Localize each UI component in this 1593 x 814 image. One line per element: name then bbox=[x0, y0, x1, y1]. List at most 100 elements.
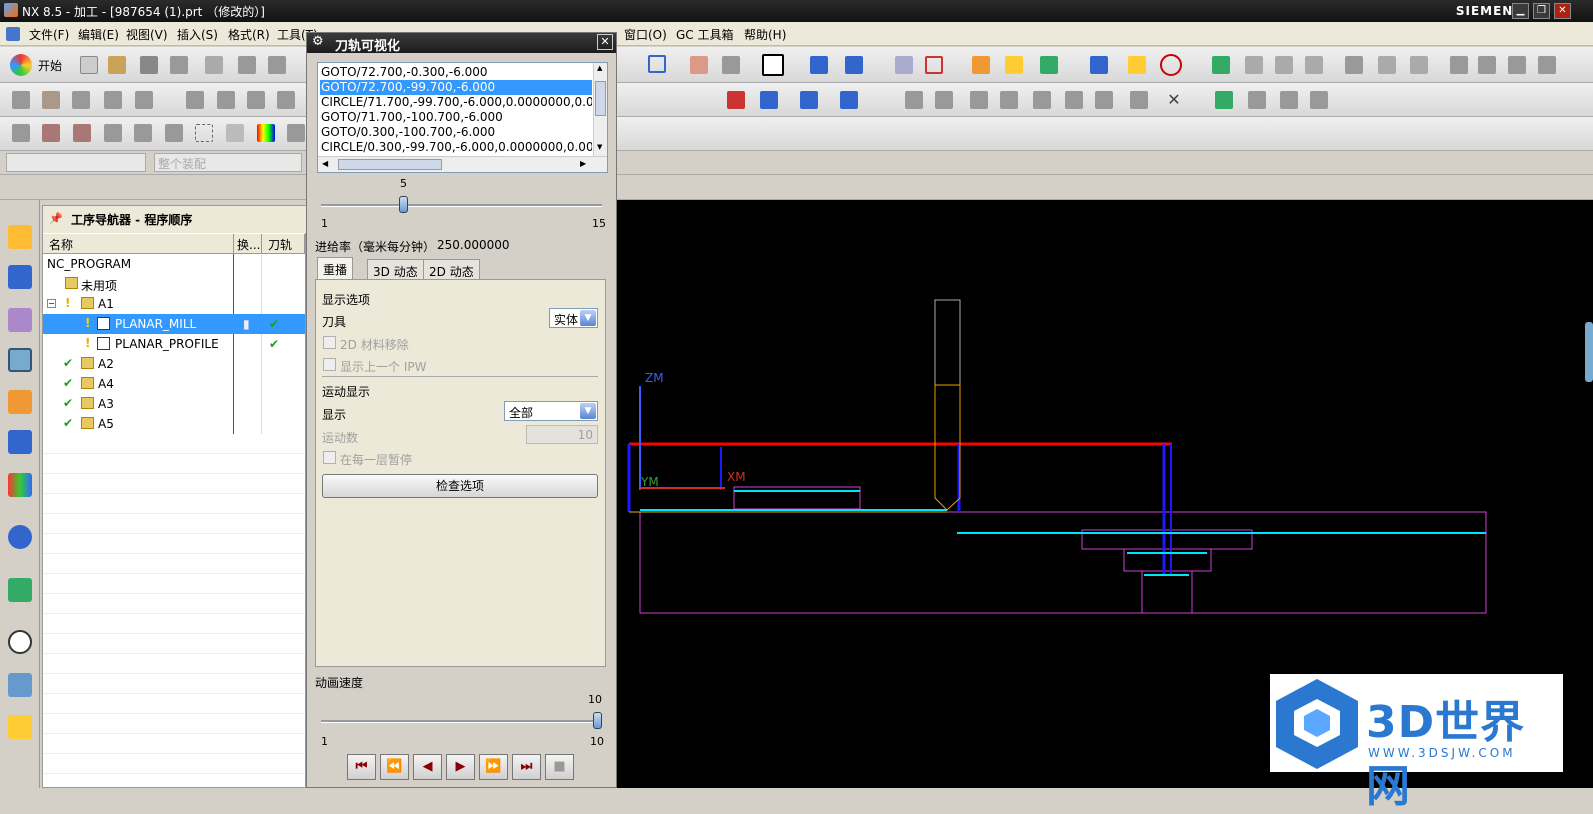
scroll-down-icon[interactable]: ▼ bbox=[597, 143, 602, 151]
op-9-icon[interactable] bbox=[277, 91, 295, 109]
feature-8-icon[interactable] bbox=[226, 124, 244, 142]
face-icon[interactable] bbox=[722, 56, 740, 74]
delete-icon[interactable]: ✕ bbox=[1165, 91, 1183, 109]
app-menu-icon[interactable] bbox=[6, 27, 20, 41]
prev-ipw-checkbox[interactable] bbox=[323, 358, 336, 371]
feature-3-icon[interactable] bbox=[73, 124, 91, 142]
speed-slider[interactable] bbox=[321, 712, 602, 730]
h-scroll-thumb[interactable] bbox=[338, 159, 442, 170]
play-button[interactable]: ▶ bbox=[446, 754, 475, 780]
feature-2-icon[interactable] bbox=[42, 124, 60, 142]
post-icon[interactable] bbox=[1538, 56, 1556, 74]
replay-icon[interactable] bbox=[760, 91, 778, 109]
menu-help[interactable]: 帮助(H) bbox=[744, 26, 786, 43]
save-icon[interactable] bbox=[140, 56, 158, 74]
right-scroll-handle[interactable] bbox=[1585, 322, 1593, 382]
feature-9-icon[interactable] bbox=[287, 124, 305, 142]
op-3-icon[interactable] bbox=[72, 91, 90, 109]
ipw-icon[interactable] bbox=[1065, 91, 1083, 109]
op-1-icon[interactable] bbox=[12, 91, 30, 109]
verify-icon[interactable] bbox=[1212, 56, 1230, 74]
motion-count-field[interactable]: 10 bbox=[526, 425, 598, 444]
machine-icon[interactable] bbox=[1248, 91, 1266, 109]
history-icon[interactable] bbox=[8, 525, 32, 549]
view-orient-2-icon[interactable] bbox=[845, 56, 863, 74]
menu-file[interactable]: 文件(F) bbox=[29, 26, 69, 43]
feature-4-icon[interactable] bbox=[104, 124, 122, 142]
paste-icon[interactable] bbox=[268, 56, 286, 74]
dialog-close-button[interactable]: ✕ bbox=[597, 34, 613, 50]
menu-edit[interactable]: 编辑(E) bbox=[78, 26, 119, 43]
scroll-left-icon[interactable]: ◀ bbox=[322, 159, 328, 168]
step-back-button[interactable]: ⏪ bbox=[380, 754, 409, 780]
rewind-to-start-button[interactable]: ⏮ bbox=[347, 754, 376, 780]
material-removal-checkbox[interactable] bbox=[323, 336, 336, 349]
sim-icon[interactable] bbox=[1508, 56, 1526, 74]
menu-window[interactable]: 窗口(O) bbox=[624, 26, 667, 43]
detail-slider-thumb[interactable] bbox=[399, 196, 408, 213]
tree-row-planar-mill[interactable]: ! PLANAR_MILL ▮ ✔ bbox=[43, 314, 305, 334]
copy-icon[interactable] bbox=[238, 56, 256, 74]
tree-row-a2[interactable]: ✔ A2 bbox=[43, 354, 305, 374]
distance-icon[interactable] bbox=[1160, 54, 1182, 76]
step-forward-button[interactable]: ⏩ bbox=[479, 754, 508, 780]
display-select[interactable]: 全部 ▼ bbox=[504, 401, 598, 421]
layout-icon[interactable] bbox=[895, 56, 913, 74]
csys-icon[interactable] bbox=[1310, 91, 1328, 109]
op-2-icon[interactable] bbox=[42, 91, 60, 109]
measure-icon[interactable] bbox=[1090, 56, 1108, 74]
layer-icon[interactable] bbox=[1450, 56, 1468, 74]
column-toolpath[interactable]: 刀轨 bbox=[262, 234, 305, 254]
tab-2d-dynamic[interactable]: 2D 动态 bbox=[423, 259, 480, 281]
roles-icon[interactable] bbox=[8, 715, 32, 739]
feature-1-icon[interactable] bbox=[12, 124, 30, 142]
ruler-icon[interactable] bbox=[1128, 56, 1146, 74]
assembly-nav-icon[interactable] bbox=[8, 225, 32, 249]
layer-box-icon[interactable] bbox=[762, 54, 784, 76]
flag-icon[interactable] bbox=[1345, 56, 1363, 74]
comment-icon[interactable] bbox=[1378, 56, 1396, 74]
tree-row-a5[interactable]: ✔ A5 bbox=[43, 414, 305, 434]
filter-icon[interactable] bbox=[1040, 56, 1058, 74]
gear-icon[interactable]: ⚙ bbox=[312, 34, 324, 49]
cube-icon[interactable] bbox=[648, 55, 666, 73]
operation-nav-icon[interactable] bbox=[8, 348, 32, 372]
edit-path-icon[interactable] bbox=[970, 91, 988, 109]
vertical-scrollbar[interactable]: ▲ ▼ bbox=[593, 63, 607, 156]
lock-icon[interactable] bbox=[1130, 91, 1148, 109]
tree-row-a3[interactable]: ✔ A3 bbox=[43, 394, 305, 414]
collapse-icon[interactable]: − bbox=[47, 299, 56, 308]
op-7-icon[interactable] bbox=[217, 91, 235, 109]
select-icon[interactable] bbox=[1005, 56, 1023, 74]
tree-row-planar-profile[interactable]: ! PLANAR_PROFILE ✔ bbox=[43, 334, 305, 354]
chevron-down-icon[interactable]: ▼ bbox=[580, 310, 596, 326]
part-nav-icon[interactable] bbox=[8, 308, 32, 332]
shaded-icon[interactable] bbox=[690, 56, 708, 74]
path-line[interactable]: CIRCLE/71.700,-99.700,-6.000,0.0000000,0… bbox=[320, 95, 592, 110]
tree-row-nc-program[interactable]: NC_PROGRAM bbox=[43, 254, 305, 274]
geometry-icon[interactable] bbox=[1305, 56, 1323, 74]
reuse-library-icon[interactable] bbox=[8, 390, 32, 414]
approve-icon[interactable] bbox=[1215, 91, 1233, 109]
speed-slider-thumb[interactable] bbox=[593, 712, 602, 729]
horizontal-scrollbar[interactable]: ◀ ▶ bbox=[318, 156, 607, 172]
ipw-2-icon[interactable] bbox=[1095, 91, 1113, 109]
snap-icon[interactable] bbox=[972, 56, 990, 74]
tool-display-select[interactable]: 实体 ▼ bbox=[549, 308, 598, 328]
print-icon[interactable] bbox=[170, 56, 188, 74]
divide-icon[interactable] bbox=[1033, 91, 1051, 109]
menu-format[interactable]: 格式(R) bbox=[228, 26, 270, 43]
simulate-icon[interactable] bbox=[840, 91, 858, 109]
tab-3d-dynamic[interactable]: 3D 动态 bbox=[367, 259, 424, 281]
menu-insert[interactable]: 插入(S) bbox=[177, 26, 218, 43]
fast-forward-button[interactable]: ⏭ bbox=[512, 754, 541, 780]
stop-button[interactable]: ■ bbox=[545, 754, 574, 780]
minimize-button[interactable]: ▁ bbox=[1512, 3, 1529, 19]
path-line[interactable]: GOTO/0.300,-100.700,-6.000 bbox=[320, 125, 592, 140]
open-icon[interactable] bbox=[108, 56, 126, 74]
tree-row-a4[interactable]: ✔ A4 bbox=[43, 374, 305, 394]
path-line[interactable]: GOTO/71.700,-100.700,-6.000 bbox=[320, 110, 592, 125]
constraint-nav-icon[interactable] bbox=[8, 265, 32, 289]
op-5-icon[interactable] bbox=[135, 91, 153, 109]
wcs-icon[interactable] bbox=[925, 56, 943, 74]
